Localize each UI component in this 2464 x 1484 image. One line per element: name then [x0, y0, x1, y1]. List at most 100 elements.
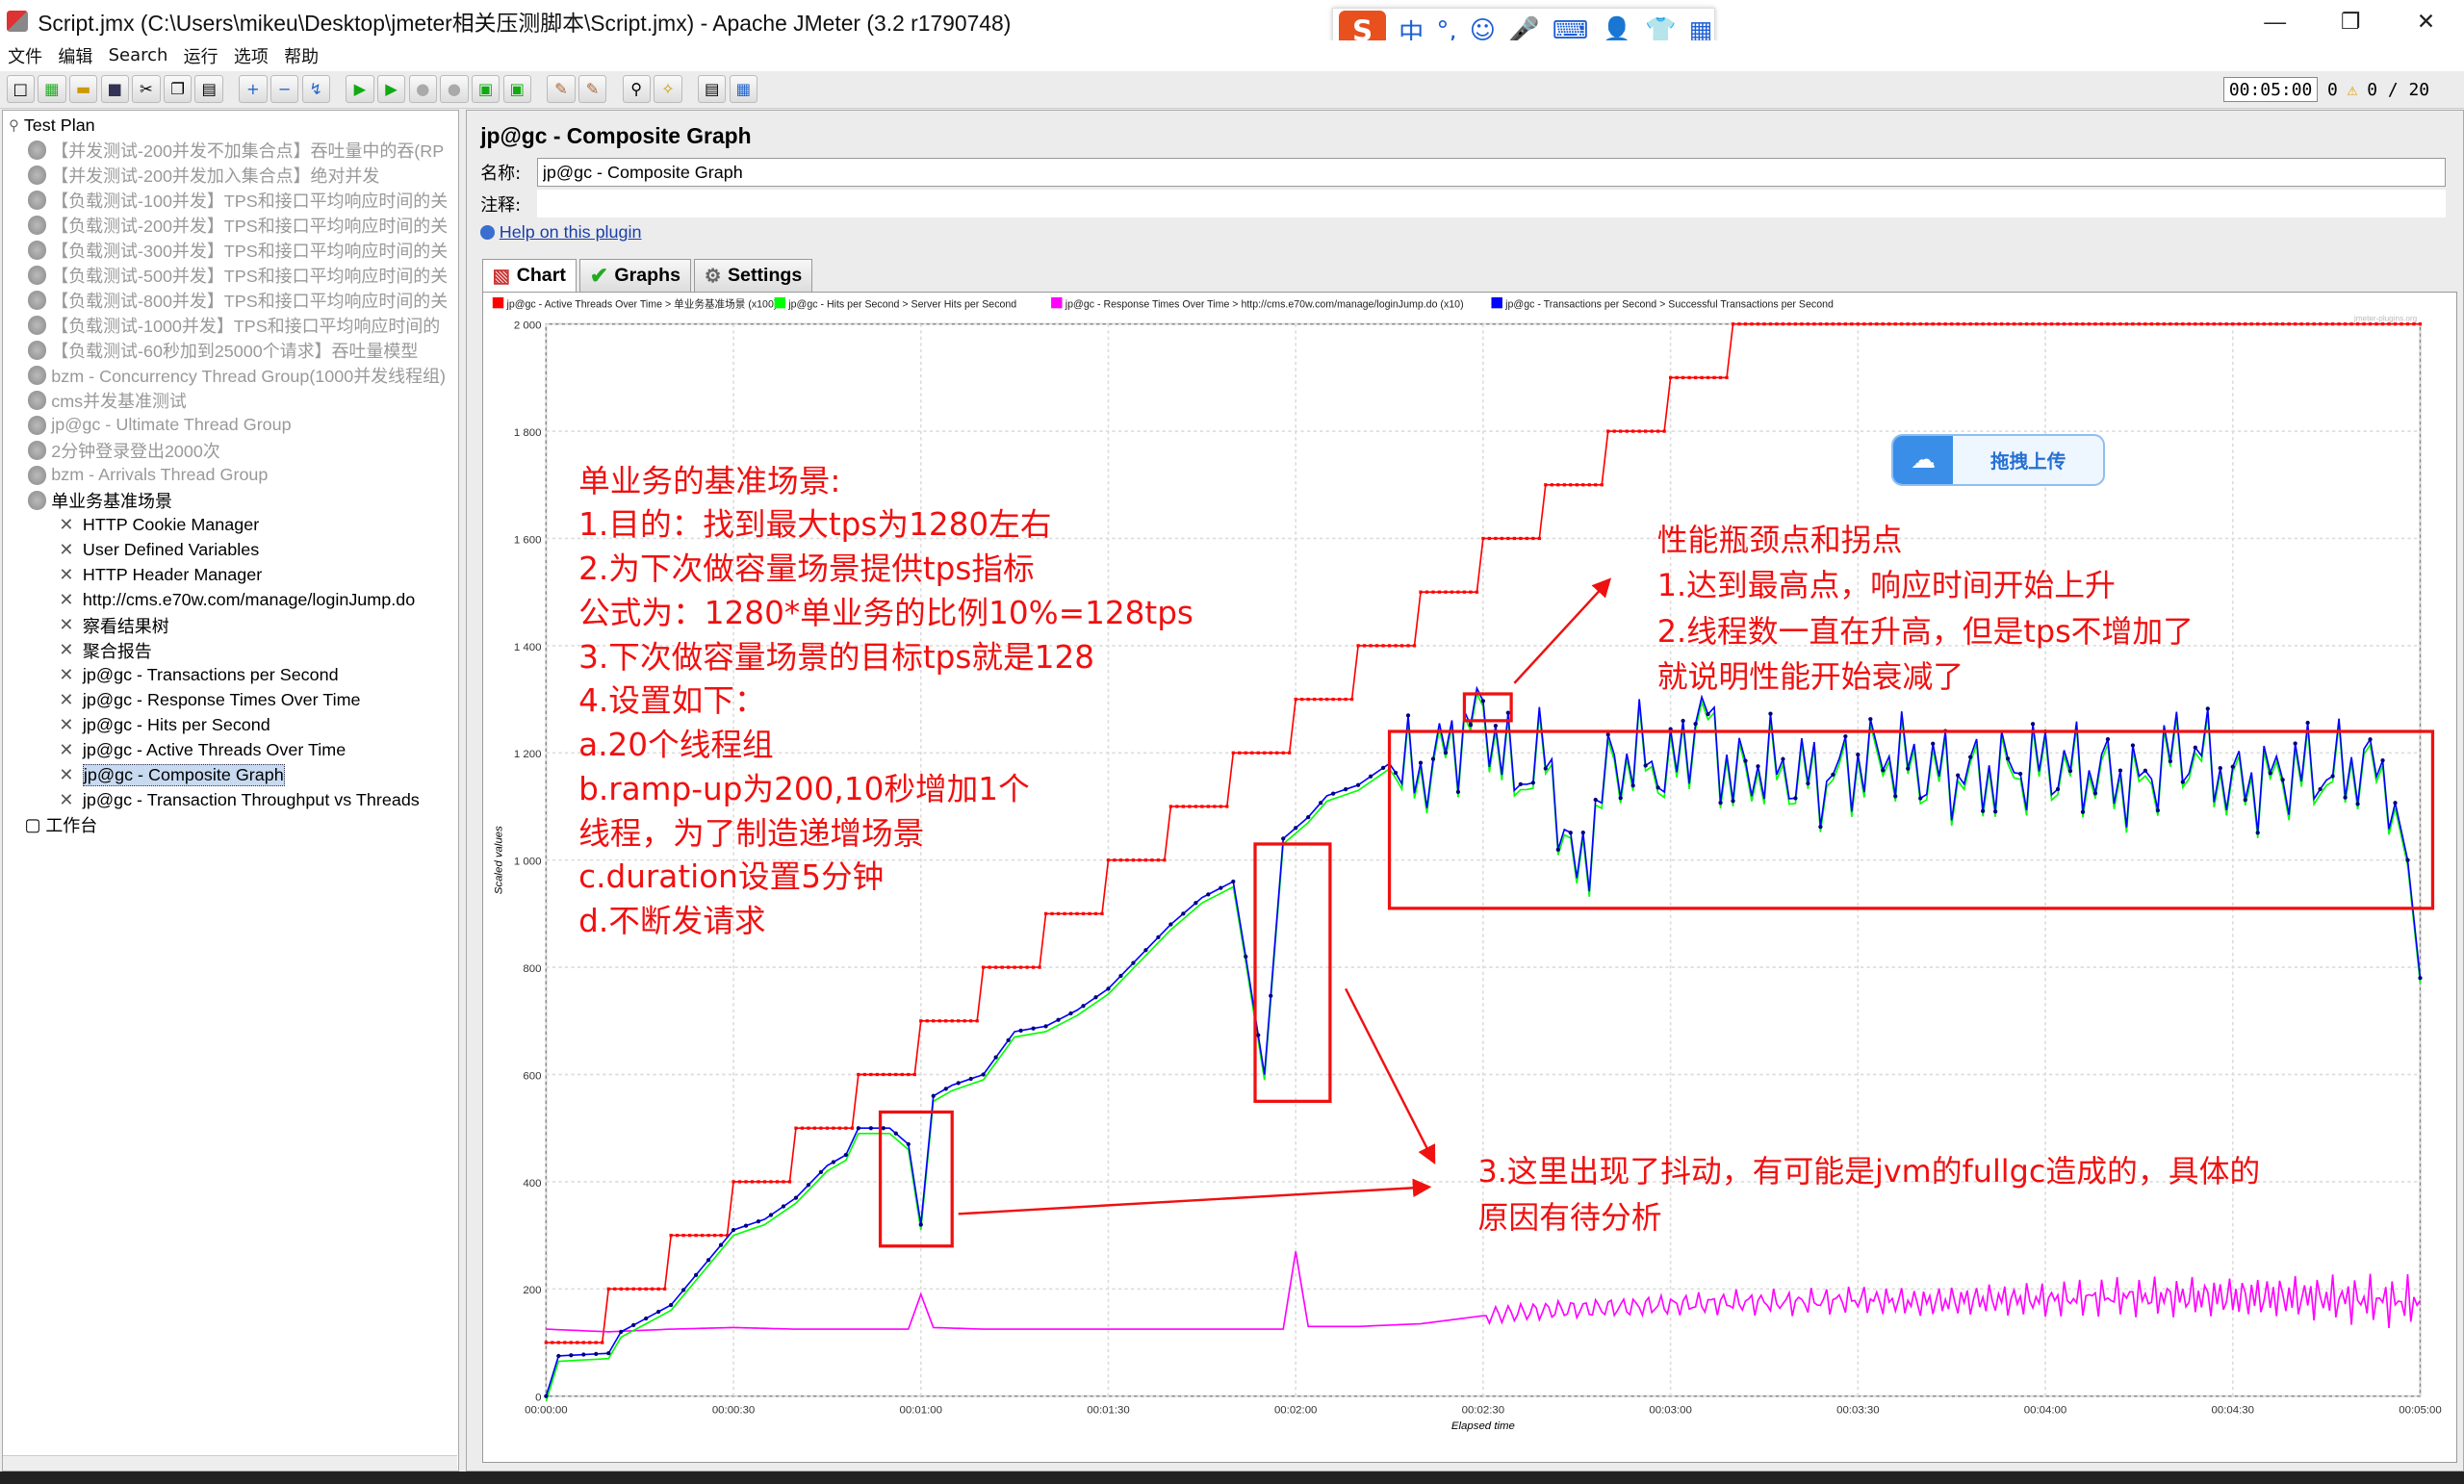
active-threads-point [1993, 322, 1997, 326]
active-threads-point [1469, 590, 1473, 595]
menu-edit[interactable]: 编辑 [58, 43, 92, 68]
comment-field[interactable] [537, 190, 2447, 218]
tree-item[interactable]: 【负载测试-500并发】TPS和接口平均响应时间的关 [27, 263, 448, 288]
tree-item[interactable]: cms并发基准测试 [27, 388, 187, 413]
active-threads-point [2387, 322, 2391, 326]
save-icon[interactable]: ■ [100, 74, 129, 104]
tree-workbench[interactable]: ▢ 工作台 [24, 812, 97, 837]
tree-item[interactable]: 【负载测试-60秒加到25000个请求】吞吐量模型 [27, 338, 418, 363]
active-threads-point [1337, 698, 1342, 702]
open-icon[interactable]: ▬ [68, 74, 98, 104]
tree-item-label: 【并发测试-200并发加入集合点】绝对并发 [51, 166, 380, 187]
expand-icon[interactable]: + [239, 74, 268, 104]
menu-options[interactable]: 选项 [234, 43, 269, 68]
tree-item[interactable]: ✕ jp@gc - Hits per Second [59, 712, 270, 737]
function-helper-icon[interactable]: ▤ [697, 74, 727, 104]
active-threads-point [1506, 537, 1510, 541]
menu-search[interactable]: Search [109, 45, 168, 65]
help-link[interactable]: Help on this plugin [480, 222, 642, 243]
active-threads-point [1231, 751, 1235, 755]
tree-item[interactable]: 【并发测试-200并发不加集合点】吞吐量中的吞(RP [27, 138, 444, 163]
warning-icon[interactable]: ⚠ [2348, 80, 2358, 100]
tree-item[interactable]: ✕ http://cms.e70w.com/manage/loginJump.do [59, 588, 415, 613]
tree-item[interactable]: 【负载测试-200并发】TPS和接口平均响应时间的关 [27, 213, 448, 238]
restore-button[interactable]: ❐ [2313, 0, 2388, 42]
tree-item[interactable]: ✕ 察看结果树 [59, 613, 168, 638]
active-threads-point [1206, 805, 1210, 808]
tree-item[interactable]: ✕ jp@gc - Composite Graph [59, 762, 285, 787]
tree-item[interactable]: ✕ User Defined Variables [59, 538, 259, 563]
active-threads-point [669, 1234, 673, 1238]
tps-point [2418, 976, 2423, 981]
tree-item[interactable]: 【负载测试-300并发】TPS和接口平均响应时间的关 [27, 238, 448, 263]
active-threads-point [918, 1019, 923, 1023]
collapse-icon[interactable]: − [270, 74, 299, 104]
tree-item[interactable]: bzm - Arrivals Thread Group [27, 463, 268, 488]
tree-item[interactable]: bzm - Concurrency Thread Group(1000并发线程组… [27, 363, 446, 388]
tps-point [2243, 798, 2247, 803]
toggle-icon[interactable]: ↯ [301, 74, 330, 104]
tab-chart[interactable]: ▧ Chart [481, 258, 577, 293]
minimize-button[interactable]: — [2237, 0, 2312, 42]
paste-icon[interactable]: ▤ [194, 74, 223, 104]
name-field[interactable] [537, 158, 2447, 187]
tps-point [1781, 756, 1785, 762]
tree-item[interactable]: 单业务基准场景 [27, 488, 172, 513]
reset-search-icon[interactable]: ✧ [654, 74, 682, 104]
search-icon[interactable]: ⚲ [622, 74, 651, 104]
templates-icon[interactable]: ▦ [38, 74, 66, 104]
shutdown-icon[interactable]: ● [440, 74, 469, 104]
menu-run[interactable]: 运行 [184, 43, 218, 68]
tree-item[interactable]: 【负载测试-800并发】TPS和接口平均响应时间的关 [27, 288, 449, 313]
tree-item[interactable]: 【负载测试-1000并发】TPS和接口平均响应时间的 [27, 313, 440, 338]
tab-settings[interactable]: ⚙ Settings [694, 258, 813, 293]
new-icon[interactable]: □ [6, 74, 35, 104]
copy-icon[interactable]: ❐ [163, 74, 192, 104]
tree-item[interactable]: ✕ HTTP Cookie Manager [59, 513, 259, 538]
tree-item[interactable]: 【并发测试-200并发加入集合点】绝对并发 [27, 163, 380, 188]
stop-icon[interactable]: ● [408, 74, 437, 104]
tree-item[interactable]: 【负载测试-100并发】TPS和接口平均响应时间的关 [27, 188, 448, 213]
active-threads-point [1075, 911, 1079, 916]
tree-item[interactable]: jp@gc - Ultimate Thread Group [27, 413, 292, 438]
start-icon[interactable]: ▶ [346, 74, 374, 104]
tree-item[interactable]: ✕ jp@gc - Active Threads Over Time [59, 737, 346, 762]
active-threads-point [1163, 858, 1167, 862]
active-threads-point [2418, 322, 2422, 326]
tree-item[interactable]: ✕ jp@gc - Response Times Over Time [59, 688, 360, 713]
tree-item[interactable]: ✕ 聚合报告 [59, 638, 151, 663]
cut-icon[interactable]: ✂ [132, 74, 161, 104]
active-threads-point [1775, 322, 1779, 326]
tps-point [743, 1223, 749, 1228]
tps-point [1881, 768, 1886, 773]
tps-point [1856, 753, 1861, 757]
warning-count[interactable]: 0 [2327, 80, 2338, 100]
tab-graphs[interactable]: ✔ Graphs [578, 258, 691, 293]
active-threads-point [1219, 805, 1222, 808]
tree-item[interactable]: 2分钟登录登出2000次 [27, 438, 220, 463]
tree-item-label: jp@gc - Transaction Throughput vs Thread… [82, 789, 420, 809]
tree-item-label: 【负载测试-800并发】TPS和接口平均响应时间的关 [51, 292, 449, 311]
upload-button[interactable]: ☁ 拖拽上传 [1891, 433, 2106, 486]
active-threads-point [2243, 322, 2247, 326]
active-threads-point [857, 1073, 860, 1077]
menu-file[interactable]: 文件 [8, 43, 42, 68]
help-icon[interactable]: ▦ [729, 74, 758, 104]
active-threads-point [1244, 751, 1247, 755]
active-threads-point [943, 1019, 948, 1023]
start-no-pause-icon[interactable]: ▶ [376, 74, 406, 104]
tree-root[interactable]: ⚲ Test Plan [9, 113, 95, 138]
tree-item[interactable]: ✕ HTTP Header Manager [59, 563, 262, 588]
remote-start-icon[interactable]: ▣ [471, 74, 500, 104]
close-button[interactable]: ✕ [2388, 0, 2463, 42]
remote-stop-icon[interactable]: ▣ [502, 74, 531, 104]
clear-icon[interactable]: ✎ [547, 74, 576, 104]
name-label: 名称: [480, 164, 522, 185]
tree-item[interactable]: ✕ jp@gc - Transaction Throughput vs Threa… [59, 787, 419, 812]
tree-item[interactable]: ✕ jp@gc - Transactions per Second [59, 663, 338, 688]
menu-help[interactable]: 帮助 [284, 43, 319, 68]
tree-horizontal-scrollbar[interactable] [2, 1454, 457, 1471]
clear-all-icon[interactable]: ✎ [578, 74, 607, 104]
tps-point [868, 1126, 873, 1131]
tps-point [1480, 699, 1485, 704]
